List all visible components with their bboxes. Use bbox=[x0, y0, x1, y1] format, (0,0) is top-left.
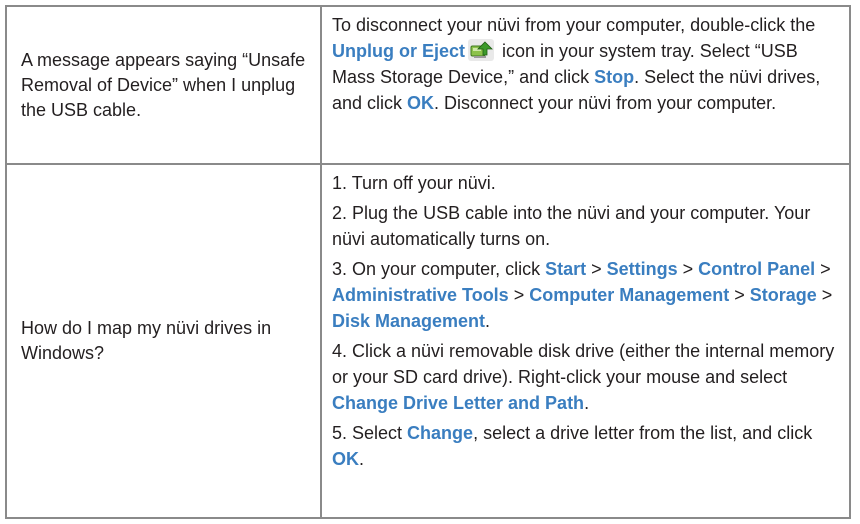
separator: > bbox=[815, 259, 831, 279]
keyword-ok: OK bbox=[332, 449, 359, 469]
keyword-change: Change bbox=[407, 423, 474, 443]
separator: > bbox=[816, 285, 833, 305]
keyword-control-panel: Control Panel bbox=[698, 259, 816, 279]
step-3: 3. On your computer, click Start > Setti… bbox=[332, 256, 839, 334]
keyword-stop: Stop bbox=[594, 67, 635, 87]
answer-text: To disconnect your nüvi from your comput… bbox=[332, 15, 820, 113]
step-text: 3. On your computer, click bbox=[332, 259, 546, 279]
step-text: . bbox=[584, 393, 590, 413]
separator: > bbox=[677, 259, 699, 279]
step-text: 1. Turn off your nüvi. bbox=[332, 173, 496, 193]
step-text: 2. Plug the USB cable into the nüvi and … bbox=[332, 203, 811, 249]
question-text: How do I map my nüvi drives in Windows? bbox=[21, 318, 272, 363]
keyword-disk-management: Disk Management bbox=[332, 311, 486, 331]
question-cell: How do I map my nüvi drives in Windows? bbox=[5, 163, 322, 519]
step-4: 4. Click a nüvi removable disk drive (ei… bbox=[332, 338, 839, 416]
step-text: , select a drive letter from the list, a… bbox=[473, 423, 813, 443]
step-text: 4. Click a nüvi removable disk drive (ei… bbox=[332, 341, 835, 387]
answer-text-part: . Disconnect your nüvi from your compute… bbox=[434, 93, 777, 113]
answer-text-part: To disconnect your nüvi from your comput… bbox=[332, 15, 816, 35]
faq-table: A message appears saying “Unsafe Removal… bbox=[5, 5, 853, 519]
answer-cell: 1. Turn off your nüvi. 2. Plug the USB c… bbox=[320, 163, 851, 519]
step-text: 5. Select bbox=[332, 423, 408, 443]
faq-row-map-drives: How do I map my nüvi drives in Windows? … bbox=[5, 163, 853, 519]
separator: > bbox=[586, 259, 607, 279]
keyword-unplug-or-eject: Unplug or Eject bbox=[332, 41, 466, 61]
separator: > bbox=[729, 285, 750, 305]
faq-row-unsafe-removal: A message appears saying “Unsafe Removal… bbox=[5, 5, 853, 165]
unplug-eject-icon bbox=[468, 39, 495, 61]
keyword-storage: Storage bbox=[749, 285, 817, 305]
keyword-start: Start bbox=[545, 259, 587, 279]
keyword-ok: OK bbox=[407, 93, 435, 113]
keyword-settings: Settings bbox=[606, 259, 678, 279]
step-5: 5. Select Change, select a drive letter … bbox=[332, 420, 839, 472]
separator: > bbox=[508, 285, 530, 305]
answer-cell: To disconnect your nüvi from your comput… bbox=[320, 5, 851, 165]
separator: . bbox=[485, 311, 491, 331]
keyword-administrative-tools: Administrative Tools bbox=[332, 285, 509, 305]
question-cell: A message appears saying “Unsafe Removal… bbox=[5, 5, 322, 165]
keyword-change-drive-letter: Change Drive Letter and Path bbox=[332, 393, 585, 413]
step-text: . bbox=[359, 449, 365, 469]
step-1: 1. Turn off your nüvi. bbox=[332, 170, 839, 196]
step-2: 2. Plug the USB cable into the nüvi and … bbox=[332, 200, 839, 252]
keyword-computer-management: Computer Management bbox=[529, 285, 730, 305]
question-text: A message appears saying “Unsafe Removal… bbox=[21, 49, 306, 120]
